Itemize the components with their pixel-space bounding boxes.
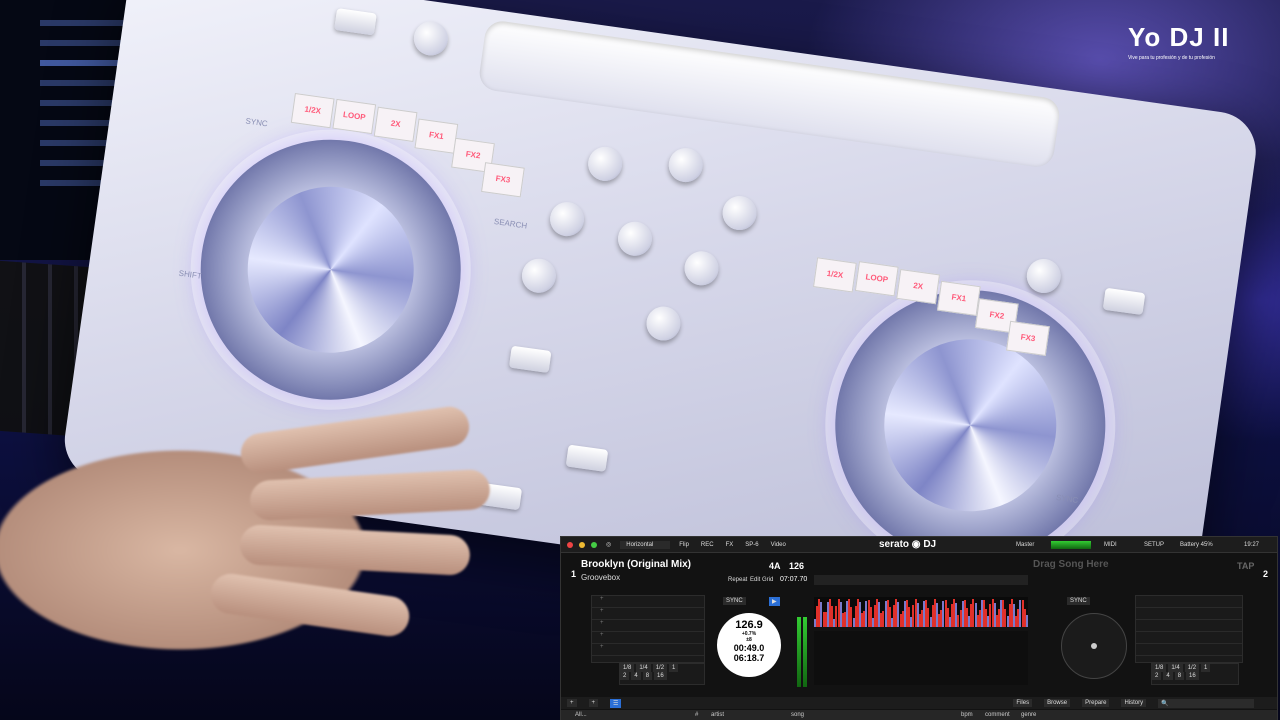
video-frame: 1/2X LOOP 2X FX1 FX 2 FX3 1/2X LOOP 2X FX… — [0, 0, 1280, 720]
deck1-remaining: 06:18.7 — [733, 653, 765, 663]
deck1-key: 4A — [769, 561, 781, 571]
midi-button[interactable]: MIDI — [1101, 541, 1120, 549]
deck1-platter-bpm: 126.9 — [735, 619, 763, 631]
col-comment[interactable]: comment — [985, 712, 1010, 718]
deck1-cue-panel: + + + + + — [591, 595, 705, 663]
eq-knob[interactable] — [720, 193, 759, 233]
add-crate-button[interactable]: + — [567, 699, 577, 707]
left-pad-3[interactable]: 2X — [373, 106, 418, 142]
deck1-elapsed: 00:49.0 — [733, 643, 765, 653]
serato-toolbar: ◎ Horizontal Flip REC FX SP-6 Video sera… — [561, 537, 1277, 553]
deck2-loop-panel: 1/8 1/4 1/2 1 2 4 8 16 — [1151, 663, 1239, 685]
search-label: SEARCH — [493, 217, 528, 231]
right-jog-wheel[interactable] — [817, 272, 1123, 578]
shield-icon[interactable]: ◎ — [603, 540, 614, 549]
eq-knob[interactable] — [615, 219, 655, 258]
brand-watermark: Yo DJ II Vive para tu profesión y de tu … — [1128, 22, 1230, 61]
left-pad-4[interactable]: FX1 — [414, 118, 459, 154]
deck1-number: 1 — [571, 569, 577, 579]
deck2-cue-panel — [1135, 595, 1243, 663]
deck1-edit-grid[interactable]: Edit Grid — [747, 576, 776, 584]
left-pad-1[interactable]: 1/2X — [290, 93, 335, 129]
minimize-dot[interactable] — [579, 541, 585, 548]
right-pitch-fader[interactable] — [1102, 287, 1146, 316]
right-pad-6[interactable]: FX3 — [1006, 320, 1050, 357]
deck1-title: Brooklyn (Original Mix) — [581, 559, 692, 570]
prepare-button[interactable]: Prepare — [1082, 699, 1110, 707]
video-button[interactable]: Video — [768, 541, 789, 549]
right-pad-1[interactable]: 1/2X — [813, 257, 857, 293]
deck2-placeholder: Drag Song Here — [1033, 559, 1109, 570]
sp6-button[interactable]: SP-6 — [742, 541, 761, 549]
left-pad-2[interactable]: LOOP — [332, 98, 377, 135]
deck2-track-info: Drag Song Here — [1033, 559, 1269, 585]
deck1-sync-button[interactable]: SYNC — [723, 597, 746, 605]
master-label: Master — [1016, 541, 1035, 548]
left-pad-6[interactable]: FX3 — [481, 162, 525, 198]
battery-status: Battery 45% — [1180, 541, 1213, 548]
fx-button[interactable]: FX — [723, 541, 737, 549]
deck2-waveform[interactable] — [814, 631, 1028, 685]
crate-all[interactable]: All... — [575, 712, 587, 718]
waveform-bar — [1025, 615, 1028, 627]
browse-button[interactable]: Browse — [1044, 699, 1071, 707]
right-pad-4[interactable]: FX1 — [936, 280, 981, 317]
left-sync-label: SYNC — [244, 116, 269, 129]
deck2-tap[interactable]: TAP — [1237, 561, 1254, 571]
eq-knob[interactable] — [547, 199, 587, 239]
right-pad-2[interactable]: LOOP — [854, 261, 899, 297]
left-channel-fader[interactable] — [508, 345, 552, 374]
master-knob[interactable] — [411, 19, 451, 58]
files-button[interactable]: Files — [1013, 699, 1033, 707]
deck1-level-meter — [797, 617, 801, 687]
eq-knob[interactable] — [644, 304, 683, 343]
col-song[interactable]: song — [791, 712, 804, 718]
add-smart-crate-button[interactable]: + — [588, 699, 599, 707]
eq-knob[interactable] — [585, 144, 625, 184]
library-toolbar: + + ☰ Files Browse Prepare History 🔍 — [561, 697, 1277, 709]
clock: 19:27 — [1244, 541, 1260, 548]
view-toggle[interactable]: ☰ — [610, 698, 622, 708]
deck1-level-meter — [803, 617, 807, 687]
deck1-play-button[interactable]: ▶ — [769, 597, 780, 606]
master-level-meter — [1051, 541, 1091, 549]
left-jog-wheel[interactable] — [183, 122, 478, 417]
deck1-total-time: 07:07.70 — [780, 576, 808, 583]
col-number[interactable]: # — [695, 712, 698, 718]
dj-hand — [0, 380, 520, 710]
track-overview[interactable] — [814, 575, 1028, 585]
setup-button[interactable]: SETUP — [1141, 541, 1167, 549]
left-pitch-fader[interactable] — [334, 8, 377, 36]
history-button[interactable]: History — [1121, 699, 1147, 707]
shift-label: SHIFT — [178, 268, 203, 281]
headphone-knob[interactable] — [1024, 256, 1063, 296]
right-channel-fader[interactable] — [565, 444, 609, 472]
deck1-waveform[interactable] — [814, 597, 1028, 627]
library-search-input[interactable]: 🔍 — [1158, 698, 1255, 708]
deck1-loop-panel: 1/8 1/4 1/2 1 2 4 8 16 — [619, 663, 705, 685]
zoom-dot[interactable] — [591, 541, 597, 548]
layout-select[interactable]: Horizontal — [620, 540, 671, 549]
flip-button[interactable]: Flip — [676, 541, 692, 549]
serato-logo: serato ◉ DJ — [879, 539, 937, 550]
col-genre[interactable]: genre — [1021, 712, 1036, 718]
eq-knob[interactable] — [682, 249, 721, 288]
col-bpm[interactable]: bpm — [961, 712, 973, 718]
deck1-bpm: 126 — [789, 561, 805, 571]
col-artist[interactable]: artist — [711, 712, 724, 718]
eq-knob[interactable] — [666, 145, 705, 185]
right-pad-3[interactable]: 2X — [896, 268, 940, 305]
deck2-number: 2 — [1263, 569, 1269, 579]
deck1-virtual-platter[interactable]: 126.9 +0.7% ±8 00:49.0 06:18.7 — [717, 613, 781, 677]
eq-knob[interactable] — [519, 256, 559, 295]
serato-dj-window: ◎ Horizontal Flip REC FX SP-6 Video sera… — [560, 536, 1278, 720]
deck2-sync-button[interactable]: SYNC — [1067, 597, 1090, 605]
deck2-virtual-platter[interactable] — [1061, 613, 1127, 679]
library-column-headers: All... # artist song bpm comment genre — [561, 710, 1277, 720]
device-slot — [477, 19, 1062, 170]
rec-button[interactable]: REC — [698, 541, 717, 549]
close-dot[interactable] — [567, 541, 573, 548]
